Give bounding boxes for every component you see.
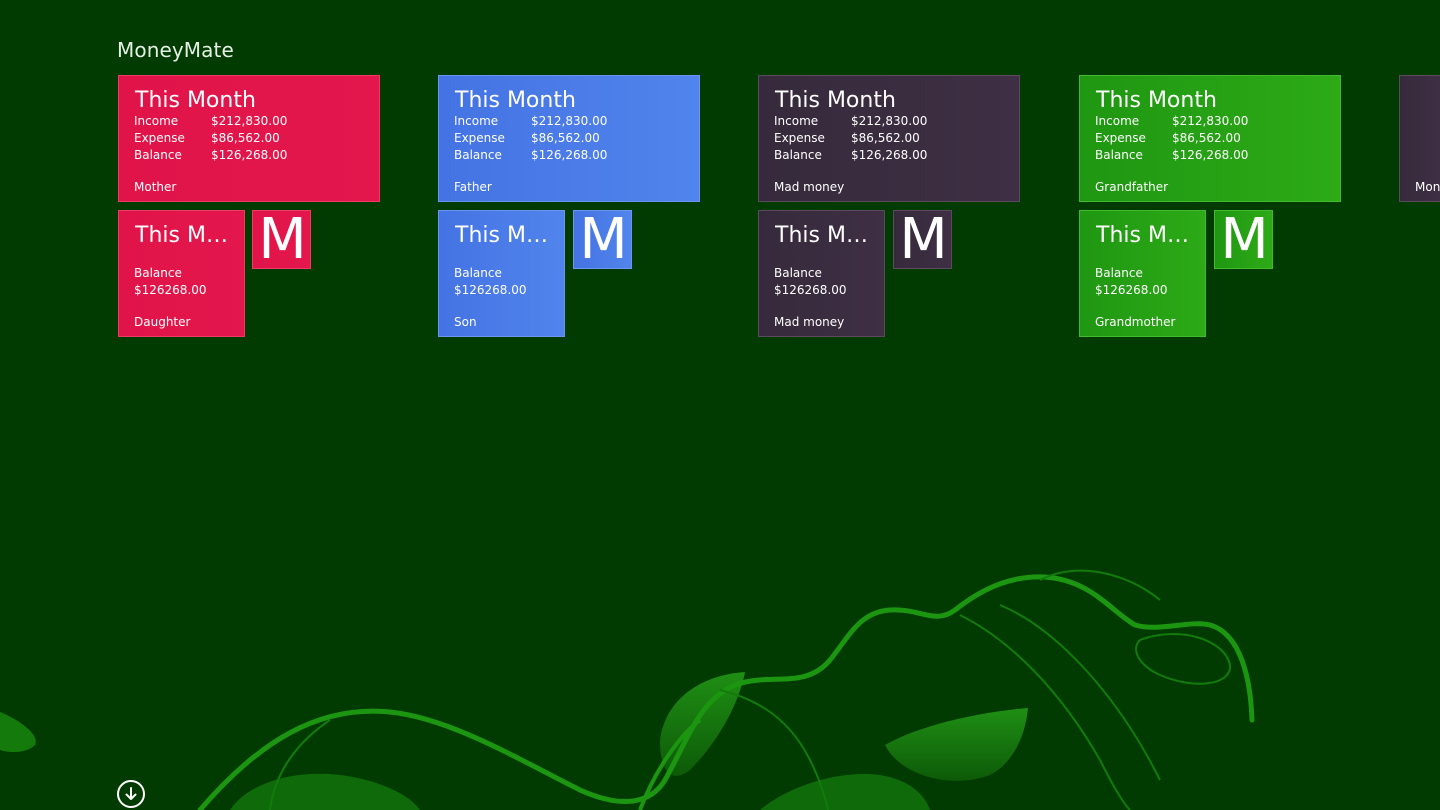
tile-name: Mother (134, 180, 177, 194)
tile-name: Son (454, 315, 477, 329)
tile-m-small[interactable]: M (893, 210, 952, 269)
income-row: Income $212,830.00 (1095, 114, 1249, 128)
tile-letter: M (579, 210, 628, 269)
group-title: MoneyMate (117, 38, 234, 62)
balance-label: Balance (774, 266, 822, 280)
tile-name: Mad money (774, 315, 845, 329)
tile-grandmother[interactable]: This Mo... Balance $126268.00 Grandmothe… (1079, 210, 1206, 337)
tile-daughter[interactable]: This Mo... Balance $126268.00 Daughter (118, 210, 245, 337)
tile-letter: M (1220, 210, 1269, 269)
tile-name: Grandmother (1095, 315, 1176, 329)
tile-title: This Month (455, 88, 576, 113)
tile-title: This Month (775, 88, 896, 113)
tile-title: This Mo... (135, 223, 235, 248)
balance-row: Balance $126,268.00 (134, 148, 288, 162)
tile-title: This Mo... (455, 223, 555, 248)
tile-m-small[interactable]: M (252, 210, 311, 269)
tile-title: This Mo... (1096, 223, 1196, 248)
balance-label: Balance (134, 266, 182, 280)
tile-name: Father (454, 180, 492, 194)
tile-title: This Month (1096, 88, 1217, 113)
balance-value: $126268.00 (134, 283, 207, 297)
scroll-down-button[interactable] (117, 780, 145, 808)
tile-m-small[interactable]: M (573, 210, 632, 269)
balance-value: $126268.00 (1095, 283, 1168, 297)
arrow-down-circle-icon (125, 787, 137, 800)
balance-row: Balance $126,268.00 (1095, 148, 1249, 162)
tile-mother[interactable]: This Month Income $212,830.00 Expense $86,… (118, 75, 380, 202)
tile-name: Mad money (774, 180, 845, 194)
tile-letter: M (899, 210, 948, 269)
tile-letter: M (258, 210, 307, 269)
tile-partial[interactable]: Mon (1399, 75, 1440, 202)
tile-title: This Mo... (775, 223, 875, 248)
balance-value: $126268.00 (774, 283, 847, 297)
tile-father[interactable]: This Month Income $212,830.00 Expense $86,… (438, 75, 700, 202)
expense-row: Expense $86,562.00 (1095, 131, 1241, 145)
tile-m-small[interactable]: M (1214, 210, 1273, 269)
tile-name: Mon (1415, 180, 1440, 194)
income-row: Income $212,830.00 (774, 114, 928, 128)
expense-row: Expense $86,562.00 (134, 131, 280, 145)
start-screen: MoneyMate This Month Income $212,830.00 E… (0, 0, 1440, 810)
tile-son[interactable]: This Mo... Balance $126268.00 Son (438, 210, 565, 337)
balance-label: Balance (1095, 266, 1143, 280)
balance-label: Balance (454, 266, 502, 280)
expense-row: Expense $86,562.00 (774, 131, 920, 145)
income-row: Income $212,830.00 (134, 114, 288, 128)
tile-name: Grandfather (1095, 180, 1169, 194)
balance-value: $126268.00 (454, 283, 527, 297)
balance-row: Balance $126,268.00 (774, 148, 928, 162)
tile-name: Daughter (134, 315, 191, 329)
tile-mad-money-small[interactable]: This Mo... Balance $126268.00 Mad money (758, 210, 885, 337)
tile-mad-money[interactable]: This Month Income $212,830.00 Expense $86,… (758, 75, 1020, 202)
tile-grandfather[interactable]: This Month Income $212,830.00 Expense $86,… (1079, 75, 1341, 202)
balance-row: Balance $126,268.00 (454, 148, 608, 162)
expense-row: Expense $86,562.00 (454, 131, 600, 145)
tile-title: This Month (135, 88, 256, 113)
income-row: Income $212,830.00 (454, 114, 608, 128)
